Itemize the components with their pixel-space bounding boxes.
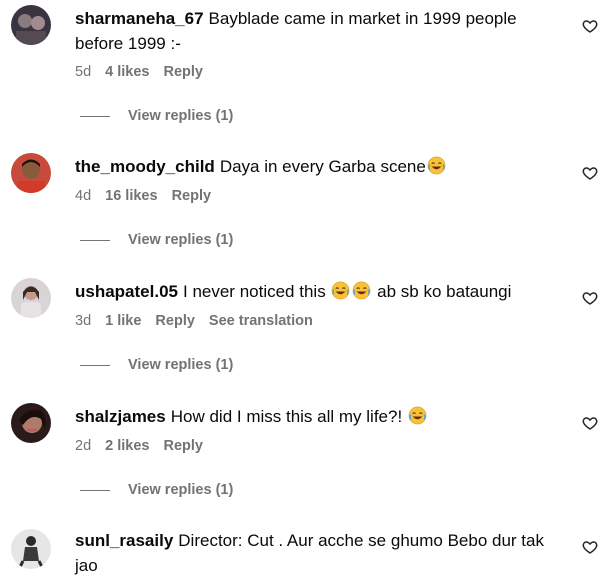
comment-time: 3d: [75, 313, 92, 329]
view-replies-label: View replies (1): [128, 482, 234, 498]
heart-outline-icon[interactable]: [582, 415, 598, 431]
comment-likes[interactable]: 16 likes: [105, 188, 157, 204]
view-replies-button[interactable]: View replies (1): [80, 108, 233, 124]
heart-outline-icon[interactable]: [582, 290, 598, 306]
view-replies-label: View replies (1): [128, 357, 234, 373]
heart-outline-icon[interactable]: [582, 165, 598, 181]
avatar[interactable]: [11, 153, 51, 193]
reply-button[interactable]: Reply: [155, 313, 195, 329]
comment-username[interactable]: shalzjames: [75, 407, 166, 426]
comment-body: How did I miss this all my life?!: [170, 407, 403, 426]
comment-meta: 4d 16 likes Reply: [75, 188, 225, 204]
comment-meta: 5d 4 likes Reply: [75, 64, 217, 80]
face-with-tears-of-joy-emoji: [353, 281, 371, 300]
comment-username[interactable]: ushapatel.05: [75, 282, 178, 301]
comment-username[interactable]: sharmaneha_67: [75, 9, 204, 28]
reply-button[interactable]: Reply: [172, 188, 212, 204]
divider-line: [80, 115, 110, 117]
comment-likes[interactable]: 1 like: [105, 313, 141, 329]
view-replies-label: View replies (1): [128, 232, 234, 248]
comment-time: 2d: [75, 438, 92, 454]
comment-body: Daya in every Garba scene: [219, 157, 426, 176]
comment-text: the_moody_child Daya in every Garba scene: [75, 154, 565, 179]
comment-text: shalzjames How did I miss this all my lif…: [75, 404, 565, 429]
reply-button[interactable]: Reply: [163, 64, 203, 80]
avatar[interactable]: [11, 5, 51, 45]
comment-likes[interactable]: 4 likes: [105, 64, 149, 80]
view-replies-button[interactable]: View replies (1): [80, 232, 233, 248]
face-with-tears-of-joy-emoji: [408, 406, 427, 425]
view-replies-label: View replies (1): [128, 108, 234, 124]
see-translation-button[interactable]: See translation: [209, 313, 313, 329]
comment-username[interactable]: sunl_rasaily: [75, 531, 173, 550]
reply-button[interactable]: Reply: [163, 438, 203, 454]
avatar[interactable]: [11, 529, 51, 569]
avatar[interactable]: [11, 278, 51, 318]
divider-line: [80, 239, 110, 241]
divider-line: [80, 364, 110, 366]
comment-text: sunl_rasaily Director: Cut . Aur acche se…: [75, 528, 565, 578]
view-replies-button[interactable]: View replies (1): [80, 357, 233, 373]
comment-likes[interactable]: 2 likes: [105, 438, 149, 454]
heart-outline-icon[interactable]: [582, 18, 598, 34]
divider-line: [80, 489, 110, 491]
heart-outline-icon[interactable]: [582, 539, 598, 555]
comment-meta: 3d 1 like Reply See translation: [75, 313, 327, 329]
comment-text: sharmaneha_67 Bayblade came in market in …: [75, 6, 565, 56]
comment-username[interactable]: the_moody_child: [75, 157, 215, 176]
avatar[interactable]: [11, 403, 51, 443]
comment-body: I never noticed this: [183, 282, 326, 301]
face-with-tears-of-joy-emoji: [332, 281, 350, 300]
comment-time: 5d: [75, 64, 92, 80]
view-replies-button[interactable]: View replies (1): [80, 482, 233, 498]
face-with-tears-of-joy-emoji: [427, 156, 446, 175]
comment-body-continued: ab sb ko bataungi: [377, 282, 512, 301]
comment-time: 4d: [75, 188, 92, 204]
comment-text: ushapatel.05 I never noticed this ab sb k…: [75, 279, 565, 304]
comment-meta: 2d 2 likes Reply: [75, 438, 217, 454]
